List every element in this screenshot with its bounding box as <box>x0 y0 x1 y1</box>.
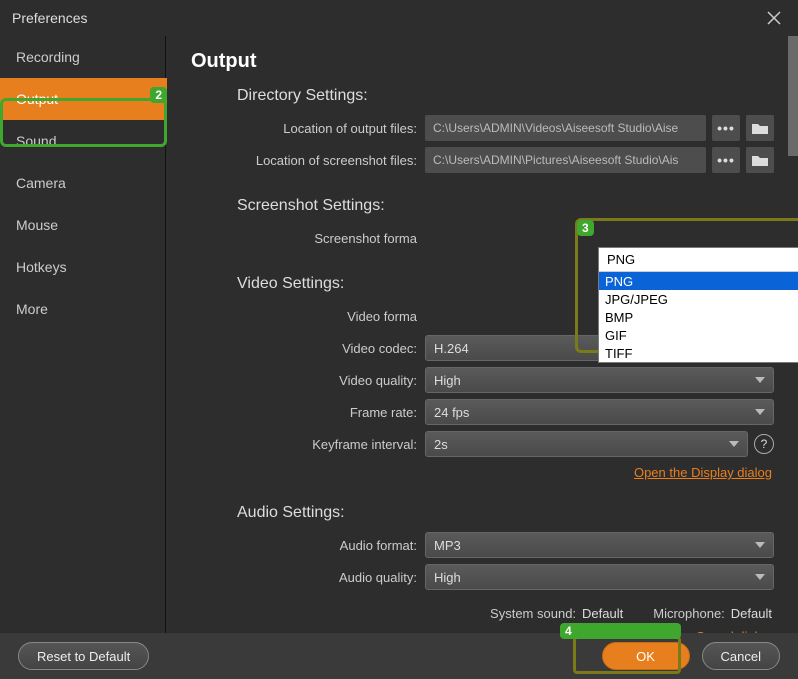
folder-icon <box>752 154 768 166</box>
dropdown-item-png[interactable]: PNG <box>599 272 798 290</box>
label-video-format: Video forma <box>191 309 425 324</box>
screenshot-path-browse[interactable]: ••• <box>712 147 740 173</box>
label-screenshot-format: Screenshot forma <box>191 231 425 246</box>
row-keyframe: Keyframe interval: 2s ? <box>191 431 774 457</box>
sidebar-item-mouse[interactable]: Mouse <box>0 204 167 246</box>
video-codec-value: H.264 <box>434 341 469 356</box>
screenshot-path-open[interactable] <box>746 147 774 173</box>
microphone-value: Default <box>731 606 772 621</box>
chevron-down-icon <box>729 441 739 447</box>
label-screenshot-path: Location of screenshot files: <box>191 153 425 168</box>
output-path-browse[interactable]: ••• <box>712 115 740 141</box>
audio-info-row: System sound: Default Microphone: Default <box>191 606 772 621</box>
row-video-quality: Video quality: High <box>191 367 774 393</box>
open-display-dialog-link[interactable]: Open the Display dialog <box>191 465 772 480</box>
window-title: Preferences <box>12 10 87 26</box>
section-audio: Audio Settings: <box>237 504 774 522</box>
main-area: Recording Output Sound Camera Mouse Hotk… <box>0 36 798 633</box>
ellipsis-icon: ••• <box>717 120 735 136</box>
screenshot-format-selected: PNG <box>607 252 635 267</box>
chevron-down-icon <box>755 409 765 415</box>
page-title: Output <box>191 50 774 73</box>
title-bar: Preferences <box>0 0 798 36</box>
label-keyframe: Keyframe interval: <box>191 437 425 452</box>
row-screenshot-path: Location of screenshot files: C:\Users\A… <box>191 147 774 173</box>
system-sound-label: System sound: <box>490 606 576 621</box>
screenshot-format-select[interactable]: PNG <box>599 248 798 272</box>
dropdown-item-jpg[interactable]: JPG/JPEG <box>599 290 798 308</box>
label-video-quality: Video quality: <box>191 373 425 388</box>
sidebar-item-more[interactable]: More <box>0 288 167 330</box>
close-button[interactable] <box>762 6 786 30</box>
video-quality-value: High <box>434 373 461 388</box>
row-frame-rate: Frame rate: 24 fps <box>191 399 774 425</box>
sidebar-item-sound[interactable]: Sound <box>0 120 167 162</box>
keyframe-help[interactable]: ? <box>754 434 774 454</box>
audio-format-select[interactable]: MP3 <box>425 532 774 558</box>
sidebar-item-camera[interactable]: Camera <box>0 162 167 204</box>
microphone-label: Microphone: <box>653 606 725 621</box>
folder-icon <box>752 122 768 134</box>
output-path-open[interactable] <box>746 115 774 141</box>
frame-rate-value: 24 fps <box>434 405 469 420</box>
audio-quality-value: High <box>434 570 461 585</box>
audio-format-value: MP3 <box>434 538 461 553</box>
system-sound-value: Default <box>582 606 623 621</box>
chevron-down-icon <box>755 377 765 383</box>
close-icon <box>766 10 782 26</box>
sidebar-item-hotkeys[interactable]: Hotkeys <box>0 246 167 288</box>
chevron-down-icon <box>755 574 765 580</box>
sidebar: Recording Output Sound Camera Mouse Hotk… <box>0 36 167 633</box>
label-frame-rate: Frame rate: <box>191 405 425 420</box>
dropdown-list: PNG JPG/JPEG BMP GIF TIFF <box>599 272 798 362</box>
label-output-path: Location of output files: <box>191 121 425 136</box>
ellipsis-icon: ••• <box>717 152 735 168</box>
keyframe-select[interactable]: 2s <box>425 431 748 457</box>
tutorial-marker-4: 4 <box>573 636 681 674</box>
row-output-path: Location of output files: C:\Users\ADMIN… <box>191 115 774 141</box>
keyframe-value: 2s <box>434 437 448 452</box>
sidebar-item-recording[interactable]: Recording <box>0 36 167 78</box>
sidebar-item-output[interactable]: Output <box>0 78 167 120</box>
row-audio-format: Audio format: MP3 <box>191 532 774 558</box>
label-audio-format: Audio format: <box>191 538 425 553</box>
screenshot-format-dropdown: PNG PNG JPG/JPEG BMP GIF TIFF <box>598 247 798 363</box>
output-path-field[interactable]: C:\Users\ADMIN\Videos\Aiseesoft Studio\A… <box>425 115 706 141</box>
dropdown-item-tiff[interactable]: TIFF <box>599 344 798 362</box>
label-audio-quality: Audio quality: <box>191 570 425 585</box>
audio-quality-select[interactable]: High <box>425 564 774 590</box>
content-pane: Output Directory Settings: Location of o… <box>167 36 798 633</box>
reset-button[interactable]: Reset to Default <box>18 642 149 670</box>
dropdown-item-gif[interactable]: GIF <box>599 326 798 344</box>
dropdown-item-bmp[interactable]: BMP <box>599 308 798 326</box>
marker-badge-4: 4 <box>560 623 681 639</box>
cancel-button[interactable]: Cancel <box>702 642 780 670</box>
chevron-down-icon <box>755 542 765 548</box>
video-quality-select[interactable]: High <box>425 367 774 393</box>
section-screenshot: Screenshot Settings: <box>237 197 774 215</box>
frame-rate-select[interactable]: 24 fps <box>425 399 774 425</box>
row-audio-quality: Audio quality: High <box>191 564 774 590</box>
label-video-codec: Video codec: <box>191 341 425 356</box>
section-directory: Directory Settings: <box>237 87 774 105</box>
screenshot-path-field[interactable]: C:\Users\ADMIN\Pictures\Aiseesoft Studio… <box>425 147 706 173</box>
